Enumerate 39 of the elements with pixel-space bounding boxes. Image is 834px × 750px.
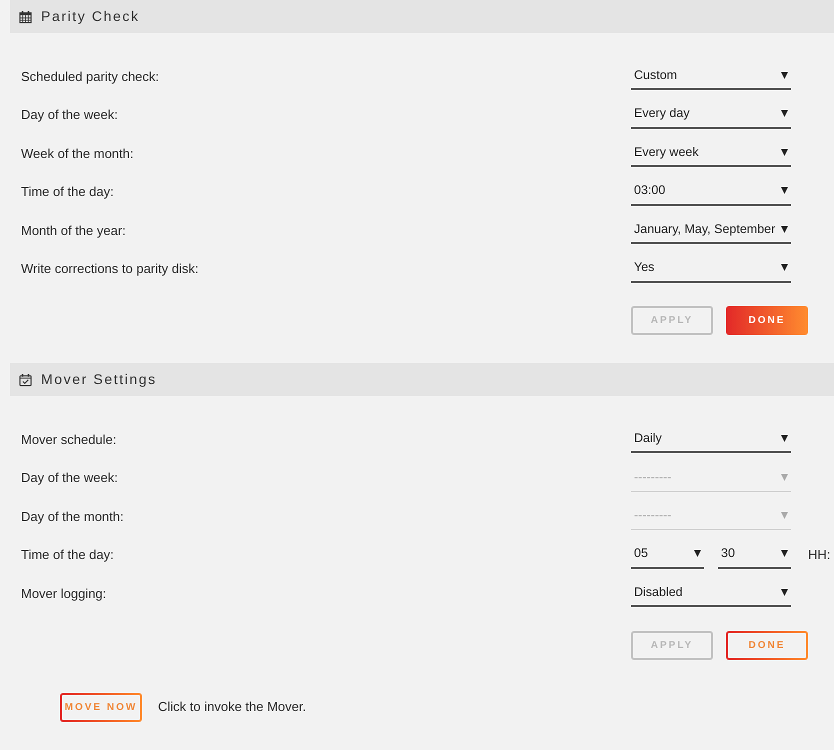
caret-icon bbox=[781, 512, 788, 520]
help-text: Click to invoke the Mover. bbox=[158, 698, 306, 716]
caret-icon bbox=[781, 474, 788, 481]
caret-icon bbox=[781, 187, 788, 194]
caret-icon bbox=[781, 72, 788, 79]
field-label: Month of the year: bbox=[21, 222, 127, 240]
section-title: Mover Settings bbox=[41, 370, 157, 389]
caret-icon bbox=[781, 434, 788, 442]
field-label: Write corrections to parity disk: bbox=[21, 260, 200, 278]
calendar-check-icon bbox=[19, 372, 32, 386]
dropdown[interactable]: Every day bbox=[631, 100, 791, 129]
field-label: Day of the month: bbox=[21, 508, 125, 526]
dropdown[interactable]: January, May, September bbox=[631, 216, 791, 244]
caret-icon bbox=[781, 226, 788, 233]
field-label: Time of the day: bbox=[21, 183, 115, 201]
field-label: Week of the month: bbox=[21, 144, 134, 162]
caret-icon bbox=[781, 264, 788, 272]
format-hint: HH: bbox=[808, 546, 830, 564]
field-label: Day of the week: bbox=[21, 106, 119, 124]
section-title: Parity Check bbox=[41, 7, 140, 26]
dropdown[interactable]: Yes bbox=[631, 254, 791, 283]
calendar-icon bbox=[19, 10, 32, 24]
field-label: Day of the week: bbox=[21, 469, 119, 487]
dropdown[interactable]: Every week bbox=[631, 139, 791, 168]
dropdown[interactable]: Daily bbox=[631, 425, 791, 454]
dropdown[interactable]: Disabled bbox=[631, 579, 791, 608]
caret-icon bbox=[781, 110, 788, 118]
dropdown[interactable]: 03:00 bbox=[631, 178, 791, 206]
caret-icon bbox=[694, 550, 701, 558]
caret-icon bbox=[781, 550, 788, 558]
dropdown[interactable]: Custom bbox=[631, 62, 791, 90]
field-label: Time of the day: bbox=[21, 546, 115, 564]
dropdown[interactable]: 05 bbox=[631, 540, 704, 569]
field-label: Mover logging: bbox=[21, 584, 108, 603]
field-label: Mover schedule: bbox=[21, 430, 118, 448]
dropdown[interactable]: 30 bbox=[718, 540, 791, 569]
field-label: Scheduled parity check: bbox=[21, 68, 160, 86]
caret-icon bbox=[781, 148, 788, 156]
caret-icon bbox=[781, 588, 788, 596]
